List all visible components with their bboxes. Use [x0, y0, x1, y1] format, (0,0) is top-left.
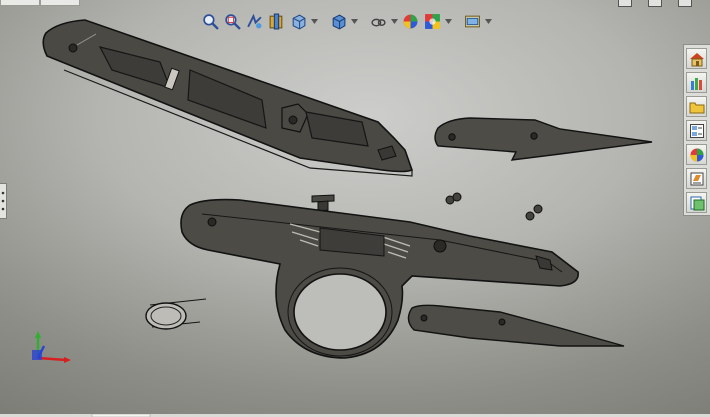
view-orientation-icon[interactable]: [288, 11, 308, 31]
tab[interactable]: [0, 0, 40, 6]
chevron-down-icon[interactable]: [444, 11, 452, 31]
nut-part[interactable]: [445, 192, 462, 205]
chevron-down-icon[interactable]: [310, 11, 318, 31]
document-tabs: [0, 0, 710, 6]
heads-up-view-toolbar: [200, 9, 492, 33]
apply-scene-icon[interactable]: [422, 11, 442, 31]
display-style-icon[interactable]: [328, 11, 348, 31]
hide-show-items-icon[interactable]: [368, 11, 388, 31]
minimize-icon[interactable]: [618, 0, 632, 7]
home-icon[interactable]: [686, 48, 707, 69]
chevron-down-icon[interactable]: [350, 11, 358, 31]
previous-view-icon[interactable]: [244, 11, 264, 31]
upper-handle-part[interactable]: [42, 19, 414, 177]
edit-appearance-icon[interactable]: [400, 11, 420, 31]
reference-triad: [32, 331, 71, 363]
tab[interactable]: [40, 0, 80, 6]
feature-manager-collapse-handle[interactable]: [0, 183, 7, 219]
upper-blade-part[interactable]: [434, 117, 653, 161]
appearances-icon[interactable]: [686, 144, 707, 165]
section-view-icon[interactable]: [266, 11, 286, 31]
view-palette-icon[interactable]: [686, 120, 707, 141]
custom-properties-icon[interactable]: [686, 168, 707, 189]
screw-part[interactable]: [311, 194, 335, 212]
graphics-area[interactable]: [0, 0, 710, 417]
task-pane-tabs: [683, 44, 710, 216]
restore-icon[interactable]: [648, 0, 662, 7]
nut-part[interactable]: [525, 204, 543, 221]
chevron-down-icon[interactable]: [390, 11, 398, 31]
view-settings-icon[interactable]: [462, 11, 482, 31]
chevron-down-icon[interactable]: [484, 11, 492, 31]
pin-part[interactable]: [145, 298, 207, 330]
design-library-icon[interactable]: [686, 72, 707, 93]
zoom-to-area-icon[interactable]: [222, 11, 242, 31]
zoom-to-fit-icon[interactable]: [200, 11, 220, 31]
document-recovery-icon[interactable]: [686, 192, 707, 213]
lower-blade-part[interactable]: [407, 304, 625, 347]
close-icon[interactable]: [678, 0, 692, 7]
window-controls: [618, 0, 692, 8]
file-explorer-icon[interactable]: [686, 96, 707, 117]
